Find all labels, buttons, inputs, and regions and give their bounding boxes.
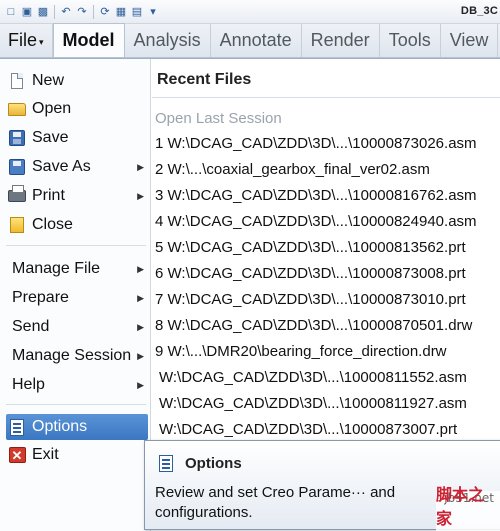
toolbar-separator (54, 4, 55, 19)
recent-file-item[interactable]: 4 W:\DCAG_CAD\ZDD\3D\...\10000824940.asm (155, 213, 477, 235)
menu-item-label: Save As (32, 158, 91, 175)
menu-item-label: Manage Session (12, 347, 132, 364)
redo-icon[interactable]: ↷ (75, 5, 89, 19)
submenu-arrow-icon: ▶ (137, 379, 144, 390)
menu-item-options[interactable]: Options (6, 414, 148, 440)
recent-file-item[interactable]: 3 W:\DCAG_CAD\ZDD\3D\...\10000816762.asm (155, 187, 477, 209)
windows-icon[interactable]: ▦ (114, 5, 128, 19)
customize-icon[interactable]: ▾ (146, 5, 160, 19)
new-icon[interactable]: □ (4, 5, 18, 19)
menu-item-print[interactable]: Print ▶ (6, 183, 148, 209)
recent-files-title: Recent Files (157, 71, 252, 88)
recent-file-item[interactable]: W:\DCAG_CAD\ZDD\3D\...\10000811552.asm (159, 369, 467, 391)
menu-item-help[interactable]: Help ▶ (6, 372, 148, 398)
tooltip-title: Options (185, 455, 242, 472)
menu-item-manage-file[interactable]: Manage File ▶ (6, 256, 148, 282)
menu-item-label: Exit (32, 446, 59, 463)
menu-item-close[interactable]: Close (6, 212, 148, 238)
submenu-arrow-icon: ▶ (137, 292, 144, 303)
folder-open-icon (6, 99, 28, 119)
tab-tools[interactable]: Tools (380, 24, 441, 57)
ribbon-tabs: File ▾ Model Analysis Annotate Render Too… (0, 23, 500, 58)
submenu-arrow-icon: ▶ (137, 350, 144, 361)
menu-item-save[interactable]: Save (6, 125, 148, 151)
recent-file-item[interactable]: 7 W:\DCAG_CAD\ZDD\3D\...\10000873010.prt (155, 291, 466, 313)
menu-item-label: Prepare (12, 289, 69, 306)
save-icon[interactable]: ▩ (36, 5, 50, 19)
tab-file[interactable]: File ▾ (0, 24, 53, 57)
close-document-icon (6, 215, 28, 235)
close-window-icon[interactable]: ▤ (130, 5, 144, 19)
menu-item-new[interactable]: New (6, 68, 148, 94)
menu-item-label: Send (12, 318, 50, 335)
menu-item-open[interactable]: Open (6, 96, 148, 122)
menu-item-label: Save (32, 129, 69, 146)
tab-model[interactable]: Model (52, 23, 125, 57)
menu-item-label: New (32, 72, 65, 89)
tab-render[interactable]: Render (302, 24, 380, 57)
tab-analysis[interactable]: Analysis (125, 24, 211, 57)
toolbar-separator (93, 4, 94, 19)
new-file-icon (6, 71, 28, 91)
recent-file-item[interactable]: W:\DCAG_CAD\ZDD\3D\...\10000811927.asm (159, 395, 467, 417)
menu-item-label: Open (32, 100, 72, 117)
menu-divider (6, 245, 146, 246)
submenu-arrow-icon: ▶ (137, 263, 144, 274)
tab-view[interactable]: View (441, 24, 499, 57)
menu-item-label: Options (32, 418, 88, 435)
save-as-icon (6, 157, 28, 177)
window-title: DB_3C (460, 5, 498, 17)
menu-item-exit[interactable]: ✕ Exit (6, 442, 148, 468)
exit-icon: ✕ (6, 445, 28, 465)
menu-item-label: Print (32, 187, 65, 204)
recent-file-item[interactable]: 5 W:\DCAG_CAD\ZDD\3D\...\10000813562.prt (155, 239, 466, 261)
tab-annotate[interactable]: Annotate (211, 24, 302, 57)
menu-divider (6, 404, 146, 405)
chevron-down-icon: ▾ (39, 37, 44, 47)
watermark: jb51.net 脚本之家 (436, 487, 500, 531)
menu-item-manage-session[interactable]: Manage Session ▶ (6, 343, 148, 369)
menu-item-label: Close (32, 216, 73, 233)
menu-item-label: Manage File (12, 260, 101, 277)
recent-file-item[interactable]: 8 W:\DCAG_CAD\ZDD\3D\...\10000870501.drw (155, 317, 472, 339)
recent-file-item[interactable]: 2 W:\...\coaxial_gearbox_final_ver02.asm (155, 161, 430, 183)
submenu-arrow-icon: ▶ (137, 190, 144, 201)
floppy-disk-icon (6, 128, 28, 148)
submenu-arrow-icon: ▶ (137, 161, 144, 172)
options-icon (159, 455, 173, 472)
recent-file-item[interactable]: 1 W:\DCAG_CAD\ZDD\3D\...\10000873026.asm (155, 135, 477, 157)
tab-file-label: File (8, 30, 38, 50)
submenu-arrow-icon: ▶ (137, 321, 144, 332)
recent-file-item[interactable]: 6 W:\DCAG_CAD\ZDD\3D\...\10000873008.prt (155, 265, 466, 287)
menu-item-send[interactable]: Send ▶ (6, 314, 148, 340)
options-icon (6, 417, 28, 437)
printer-icon (6, 185, 28, 206)
undo-icon[interactable]: ↶ (59, 5, 73, 19)
quick-access-toolbar: □ ▣ ▩ ↶ ↷ ⟳ ▦ ▤ ▾ DB_3C (0, 0, 500, 24)
watermark-text: 脚本之家 (436, 487, 485, 528)
menu-item-label: Help (12, 376, 45, 393)
open-icon[interactable]: ▣ (20, 5, 34, 19)
recent-file-item[interactable]: 9 W:\...\DMR20\bearing_force_direction.d… (155, 343, 447, 365)
menu-item-prepare[interactable]: Prepare ▶ (6, 285, 148, 311)
menu-item-save-as[interactable]: Save As ▶ (6, 154, 148, 180)
regenerate-icon[interactable]: ⟳ (98, 5, 112, 19)
recent-files-divider (152, 97, 500, 98)
open-last-session-link[interactable]: Open Last Session (155, 110, 282, 127)
file-menu-commands: New Open Save Save As ▶ Print ▶ Close Ma… (0, 59, 151, 531)
